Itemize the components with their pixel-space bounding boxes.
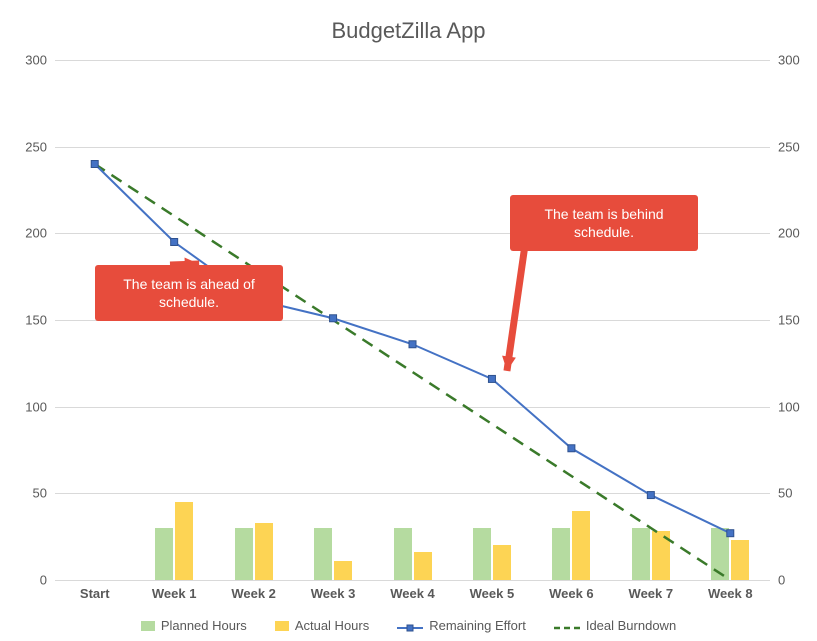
- y-tick-left: 100: [25, 399, 55, 414]
- legend-item-ideal: Ideal Burndown: [554, 618, 676, 633]
- legend-swatch-ideal: [554, 621, 580, 631]
- legend-label-ideal: Ideal Burndown: [586, 618, 676, 633]
- legend: Planned Hours Actual Hours Remaining Eff…: [0, 618, 817, 633]
- legend-swatch-actual: [275, 621, 289, 631]
- marker-remaining-effort: [91, 161, 98, 168]
- y-tick-right: 0: [770, 573, 785, 588]
- legend-label-planned: Planned Hours: [161, 618, 247, 633]
- marker-remaining-effort: [488, 375, 495, 382]
- y-tick-right: 200: [770, 226, 800, 241]
- legend-item-actual: Actual Hours: [275, 618, 369, 633]
- marker-remaining-effort: [568, 445, 575, 452]
- y-tick-left: 50: [33, 486, 55, 501]
- y-tick-left: 300: [25, 53, 55, 68]
- legend-swatch-remaining: [397, 621, 423, 631]
- marker-remaining-effort: [409, 341, 416, 348]
- x-tick: Week 3: [311, 580, 356, 601]
- legend-item-planned: Planned Hours: [141, 618, 247, 633]
- x-tick: Week 5: [470, 580, 515, 601]
- x-tick: Week 2: [231, 580, 276, 601]
- y-tick-right: 300: [770, 53, 800, 68]
- x-tick: Week 7: [629, 580, 674, 601]
- annotation-behind-text: The team is behind schedule.: [544, 206, 663, 240]
- annotation-ahead-text: The team is ahead of schedule.: [123, 276, 255, 310]
- x-tick: Week 6: [549, 580, 594, 601]
- y-tick-right: 100: [770, 399, 800, 414]
- marker-remaining-effort: [727, 530, 734, 537]
- x-tick: Week 1: [152, 580, 197, 601]
- legend-label-remaining: Remaining Effort: [429, 618, 526, 633]
- x-tick: Week 4: [390, 580, 435, 601]
- y-tick-left: 0: [40, 573, 55, 588]
- y-tick-left: 250: [25, 139, 55, 154]
- annotation-arrow: [502, 245, 525, 371]
- chart-container: BudgetZilla App The team is ahead of sch…: [0, 0, 817, 641]
- marker-remaining-effort: [330, 315, 337, 322]
- plot-area: The team is ahead of schedule. The team …: [55, 60, 770, 580]
- y-tick-right: 150: [770, 313, 800, 328]
- legend-swatch-planned: [141, 621, 155, 631]
- y-tick-left: 200: [25, 226, 55, 241]
- y-tick-left: 150: [25, 313, 55, 328]
- x-tick: Start: [80, 580, 110, 601]
- y-tick-right: 250: [770, 139, 800, 154]
- legend-label-actual: Actual Hours: [295, 618, 369, 633]
- annotation-ahead: The team is ahead of schedule.: [95, 265, 283, 321]
- legend-item-remaining: Remaining Effort: [397, 618, 526, 633]
- x-tick: Week 8: [708, 580, 753, 601]
- marker-remaining-effort: [171, 239, 178, 246]
- annotation-behind: The team is behind schedule.: [510, 195, 698, 251]
- marker-remaining-effort: [647, 492, 654, 499]
- y-tick-right: 50: [770, 486, 792, 501]
- chart-title: BudgetZilla App: [0, 18, 817, 44]
